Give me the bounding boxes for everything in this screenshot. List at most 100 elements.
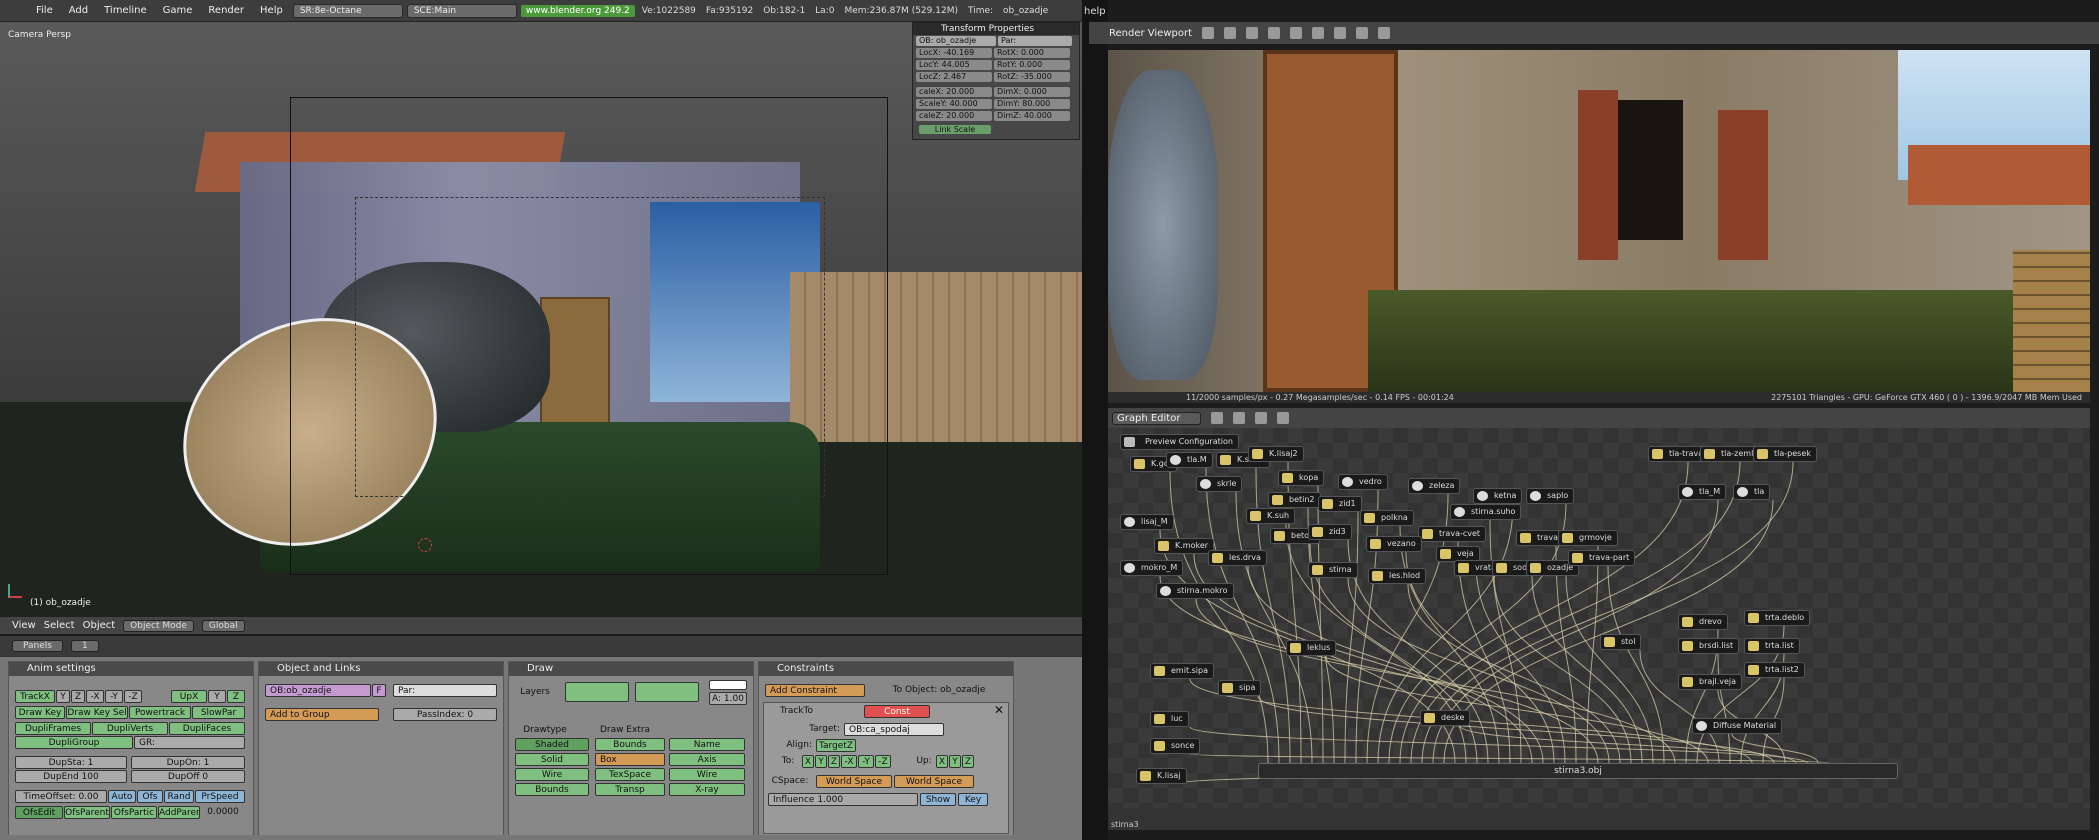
graph-node[interactable]: ketna <box>1473 488 1523 504</box>
node-graph-canvas[interactable]: Preview Configuration K.goltla.MK.skrlaK… <box>1108 428 2090 808</box>
render-image[interactable] <box>1108 50 2090 392</box>
bounds-type-dropdown[interactable]: Box <box>595 753 665 766</box>
graph-node[interactable]: trta.list <box>1744 638 1800 654</box>
cursor-3d-icon[interactable] <box>418 538 432 552</box>
graph-node[interactable]: les.hlod <box>1368 568 1427 584</box>
menu-timeline[interactable]: Timeline <box>98 5 153 16</box>
add-constraint-dropdown[interactable]: Add Constraint <box>765 684 865 697</box>
graph-node[interactable]: emit.sipa <box>1150 663 1214 679</box>
dupliframes-button[interactable]: DupliFrames <box>15 722 91 735</box>
preview-configuration-node[interactable]: Preview Configuration <box>1120 434 1239 450</box>
target-space-dropdown[interactable]: World Space <box>894 775 974 788</box>
tp-rotz[interactable]: RotZ: -35.000 <box>994 72 1070 82</box>
track-negx-button[interactable]: -X <box>86 690 104 703</box>
ofspartic-button[interactable]: OfsPartic <box>111 806 157 819</box>
fake-user-button[interactable]: F <box>372 684 386 697</box>
graph-node[interactable]: zid1 <box>1318 496 1362 512</box>
graph-node[interactable]: brsdi.list <box>1678 638 1740 654</box>
up-y-constraint-button[interactable]: Y <box>949 755 961 768</box>
tp-dimz[interactable]: DimZ: 40.000 <box>994 111 1070 121</box>
tp-locz[interactable]: LocZ: 2.467 <box>916 72 992 82</box>
graph-node[interactable]: tla-pesek <box>1753 446 1817 462</box>
graph-node[interactable]: K.lisaj <box>1136 768 1187 784</box>
influence-slider[interactable]: Influence 1.000 <box>768 793 918 806</box>
graph-node[interactable]: vezano <box>1366 536 1422 552</box>
graph-node[interactable]: leklus <box>1286 640 1337 656</box>
tp-dimx[interactable]: DimX: 0.000 <box>994 87 1070 97</box>
bounds-button[interactable]: Bounds <box>595 738 665 751</box>
mesh-node-stirna3[interactable]: stirna3.obj <box>1258 763 1898 779</box>
material-icon[interactable] <box>1255 412 1268 424</box>
add-to-group-dropdown[interactable]: Add to Group <box>265 708 379 721</box>
graph-node[interactable]: sipa <box>1218 680 1262 696</box>
graph-node[interactable]: luc <box>1150 711 1189 727</box>
pause-icon[interactable] <box>1246 27 1259 39</box>
addparent-button[interactable]: AddParent <box>158 806 200 819</box>
graph-node[interactable]: vedro <box>1338 474 1388 490</box>
settings-icon[interactable] <box>1334 27 1347 39</box>
tp-scaley[interactable]: ScaleY: 40.000 <box>916 99 992 109</box>
tp-locx[interactable]: LocX: -40.169 <box>916 48 992 58</box>
graph-node[interactable]: drevo <box>1678 614 1728 630</box>
graph-node[interactable]: K.moker <box>1154 538 1215 554</box>
to-x-button[interactable]: X <box>802 755 814 768</box>
tp-rotx[interactable]: RotX: 0.000 <box>994 48 1070 58</box>
draw-key-button[interactable]: Draw Key <box>15 706 65 719</box>
graph-node[interactable]: trava-cvet <box>1418 526 1487 542</box>
up-x-button[interactable]: UpX <box>171 690 207 703</box>
graph-node[interactable]: zeleza <box>1408 478 1461 494</box>
dupliverts-button[interactable]: DupliVerts <box>92 722 168 735</box>
layer-grid-2[interactable] <box>635 682 699 702</box>
camera-icon[interactable] <box>1378 27 1391 39</box>
passindex-field[interactable]: PassIndex: 0 <box>393 708 497 721</box>
align-targetz-button[interactable]: TargetZ <box>816 739 856 752</box>
track-x-button[interactable]: TrackX <box>15 690 55 703</box>
graph-node[interactable]: mokro_M <box>1120 560 1184 576</box>
select-menu[interactable]: Select <box>44 620 75 631</box>
to-negy-button[interactable]: -Y <box>858 755 874 768</box>
ofsedit-button[interactable]: OfsEdit <box>15 806 63 819</box>
graph-node[interactable]: saplo <box>1526 488 1575 504</box>
ofsparent-button[interactable]: OfsParent <box>64 806 110 819</box>
track-y-button[interactable]: Y <box>56 690 70 703</box>
panels-menu[interactable]: Panels <box>12 640 63 652</box>
alpha-field[interactable]: A: 1.00 <box>709 692 747 705</box>
frame-field[interactable]: 1 <box>70 640 99 652</box>
graph-node[interactable]: lisaj_M <box>1120 514 1174 530</box>
target-field[interactable]: OB:ca_spodaj <box>844 723 944 736</box>
duplifaces-button[interactable]: DupliFaces <box>169 722 245 735</box>
graph-tab[interactable]: stirna3 <box>1111 820 1139 829</box>
tp-dimy[interactable]: DimY: 80.000 <box>994 99 1070 109</box>
wire-button[interactable]: Wire <box>669 768 745 781</box>
tp-scalez[interactable]: caleZ: 20.000 <box>916 111 992 121</box>
graph-node[interactable]: deske <box>1420 710 1471 726</box>
region-icon[interactable] <box>1290 27 1303 39</box>
graph-node[interactable]: polkna <box>1360 510 1414 526</box>
graph-node[interactable]: les.drva <box>1208 550 1267 566</box>
link-scale-button[interactable]: Link Scale <box>919 125 991 134</box>
graph-node[interactable]: stol <box>1600 634 1642 650</box>
graph-node[interactable]: grmovje <box>1558 530 1618 546</box>
graph-node[interactable]: betin2 <box>1268 492 1321 508</box>
dupon-field[interactable]: DupOn: 1 <box>131 756 245 769</box>
camera-node-icon[interactable] <box>1233 412 1246 424</box>
dupend-field[interactable]: DupEnd 100 <box>15 770 127 783</box>
graph-node[interactable]: trta.list2 <box>1744 662 1805 678</box>
transp-button[interactable]: Transp <box>595 783 665 796</box>
graph-node[interactable]: Diffuse Material <box>1692 718 1783 734</box>
dupsta-field[interactable]: DupSta: 1 <box>15 756 127 769</box>
drawtype-shaded[interactable]: Shaded <box>515 738 589 751</box>
graph-node[interactable]: kopa <box>1278 470 1325 486</box>
tp-object-field[interactable]: OB: ob_ozadje <box>916 36 996 46</box>
layer-grid-1[interactable] <box>565 682 629 702</box>
graph-node[interactable]: stirna.suho <box>1450 504 1522 520</box>
to-y-button[interactable]: Y <box>815 755 827 768</box>
draw-key-sel-button[interactable]: Draw Key Sel <box>66 706 128 719</box>
graph-node[interactable]: tla.M <box>1166 452 1213 468</box>
up-z-constraint-button[interactable]: Z <box>962 755 974 768</box>
drawtype-wire[interactable]: Wire <box>515 768 589 781</box>
graph-node[interactable]: K.suh <box>1246 508 1296 524</box>
object-name-field[interactable]: OB:ob_ozadje <box>265 684 371 697</box>
constraint-name-field[interactable]: Const <box>864 705 930 718</box>
menu-render[interactable]: Render <box>202 5 250 16</box>
